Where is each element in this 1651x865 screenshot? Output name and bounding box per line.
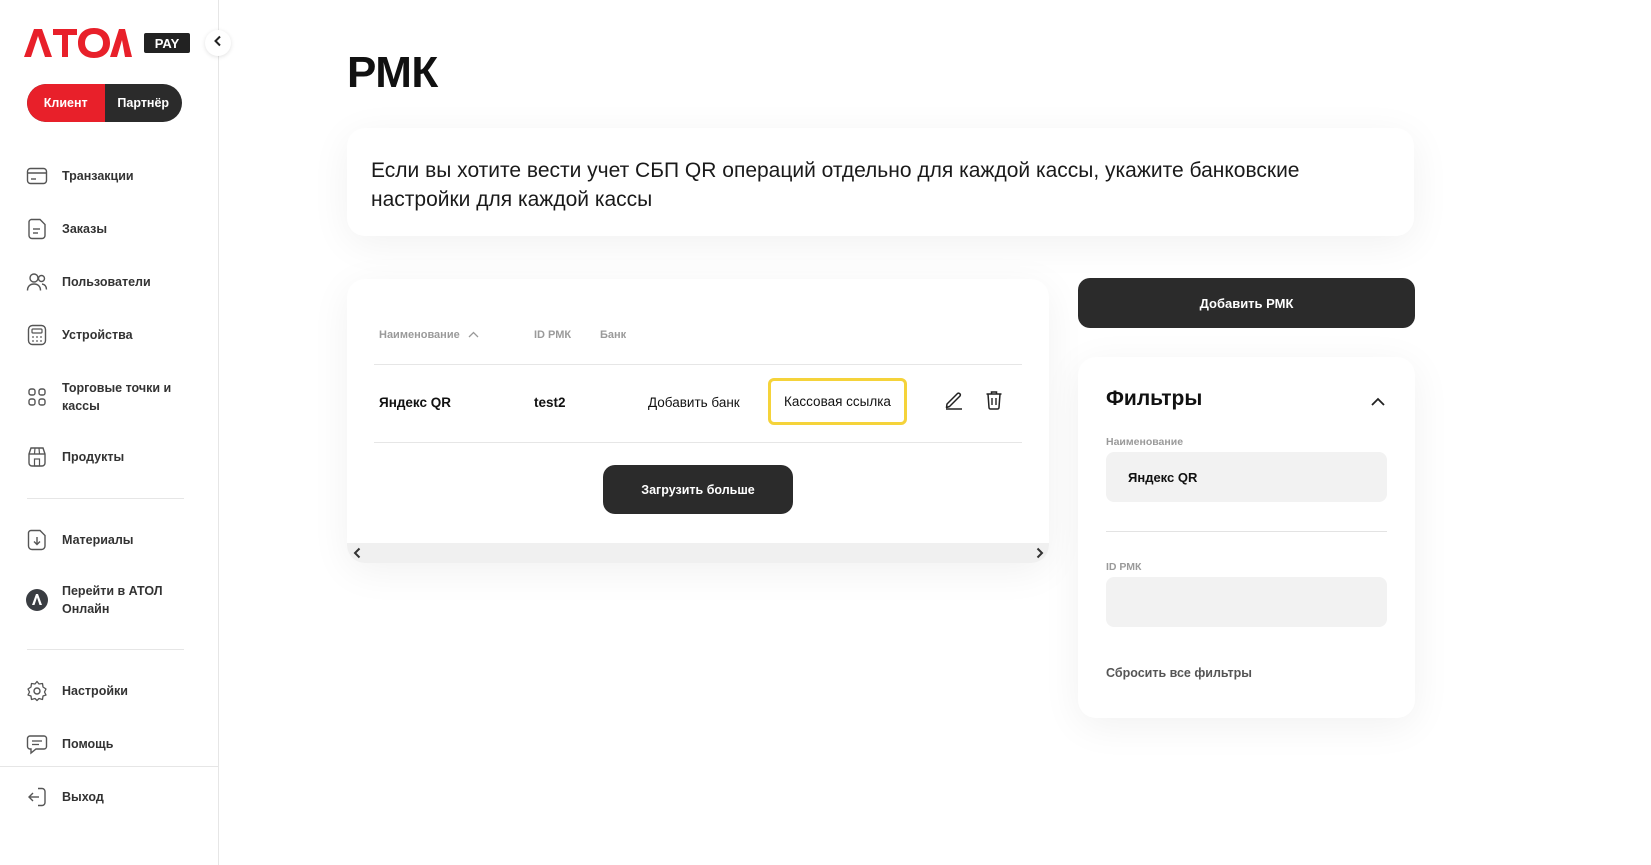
sidebar-item-label: Перейти в АТОЛ Онлайн xyxy=(62,584,163,616)
sidebar-item-label: Выход xyxy=(62,790,104,804)
sort-asc-icon xyxy=(468,329,479,341)
delete-button[interactable] xyxy=(983,390,1005,415)
download-doc-icon xyxy=(24,527,50,553)
info-text: Если вы хотите вести учет СБП QR операци… xyxy=(371,159,1300,211)
sidebar-item-atol-online[interactable]: Перейти в АТОЛ Онлайн xyxy=(24,582,204,618)
filter-name-input[interactable] xyxy=(1106,452,1387,502)
sidebar-item-label: Материалы xyxy=(62,533,134,547)
reset-filters-link[interactable]: Сбросить все фильтры xyxy=(1106,666,1252,680)
add-rmk-button[interactable]: Добавить РМК xyxy=(1078,278,1415,328)
sidebar-item-users[interactable]: Пользователи xyxy=(24,269,204,295)
chevron-up-icon xyxy=(1371,393,1385,411)
card-icon xyxy=(24,163,50,189)
column-header-bank: Банк xyxy=(600,329,627,341)
sidebar-item-label: Устройства xyxy=(62,328,133,342)
page-title: РМК xyxy=(347,48,438,97)
sidebar-item-label: Настройки xyxy=(62,684,128,698)
load-more-button[interactable]: Загрузить больше xyxy=(603,465,793,514)
sidebar: PAY Клиент Партнёр Транзакции Заказы Пол… xyxy=(0,0,219,865)
sidebar-item-orders[interactable]: Заказы xyxy=(24,216,204,242)
sidebar-item-settings[interactable]: Настройки xyxy=(24,678,204,704)
qr-scan-icon xyxy=(24,384,50,410)
table-header-divider xyxy=(374,364,1022,365)
sidebar-divider xyxy=(27,649,184,650)
sidebar-collapse-button[interactable] xyxy=(205,30,231,56)
filters-panel: Фильтры Наименование ID РМК Сбросить все… xyxy=(1078,357,1415,718)
pencil-icon xyxy=(944,390,964,415)
chat-icon xyxy=(24,731,50,757)
table-row-divider xyxy=(374,442,1022,443)
horizontal-scrollbar[interactable] xyxy=(347,543,1049,563)
atol-online-icon xyxy=(24,587,50,613)
calculator-icon xyxy=(24,322,50,348)
info-card: Если вы хотите вести учет СБП QR операци… xyxy=(347,128,1414,236)
scroll-left-icon[interactable] xyxy=(350,546,364,560)
logout-icon xyxy=(24,784,50,810)
sidebar-item-label: Заказы xyxy=(62,222,108,236)
document-icon xyxy=(24,216,50,242)
sidebar-item-label: Продукты xyxy=(62,450,125,464)
cash-link-button[interactable]: Кассовая ссылка xyxy=(768,378,907,425)
pay-badge: PAY xyxy=(144,33,190,53)
sidebar-item-outlets[interactable]: Торговые точки и кассы xyxy=(24,379,204,415)
filters-collapse-button[interactable] xyxy=(1367,391,1389,413)
sidebar-item-transactions[interactable]: Транзакции xyxy=(24,163,204,189)
rmk-table: Наименование ID РМК Банк Яндекс QR test2… xyxy=(347,279,1049,563)
filter-id-label: ID РМК xyxy=(1106,561,1142,573)
gear-icon xyxy=(24,678,50,704)
sidebar-item-products[interactable]: Продукты xyxy=(24,444,204,470)
sidebar-item-label: Торговые точки и кассы xyxy=(62,381,172,413)
trash-icon xyxy=(985,390,1003,415)
role-partner-tab[interactable]: Партнёр xyxy=(105,84,183,122)
column-header-id: ID РМК xyxy=(534,329,572,341)
row-id: test2 xyxy=(534,395,566,410)
filter-name-label: Наименование xyxy=(1106,436,1184,448)
sidebar-item-help[interactable]: Помощь xyxy=(24,731,204,757)
chevron-left-icon xyxy=(213,34,223,52)
filter-divider xyxy=(1106,531,1387,532)
sidebar-item-label: Помощь xyxy=(62,737,114,751)
sidebar-divider xyxy=(0,766,219,767)
atol-logo-mark xyxy=(24,28,132,58)
sidebar-item-devices[interactable]: Устройства xyxy=(24,322,204,348)
sidebar-divider xyxy=(27,498,184,499)
column-header-label: Наименование xyxy=(379,329,460,341)
sidebar-item-label: Транзакции xyxy=(62,169,134,183)
sidebar-item-logout[interactable]: Выход xyxy=(24,784,204,810)
filters-title: Фильтры xyxy=(1106,387,1203,410)
add-bank-link[interactable]: Добавить банк xyxy=(648,395,740,410)
sidebar-item-materials[interactable]: Материалы xyxy=(24,527,204,553)
atol-logo[interactable] xyxy=(24,26,132,58)
store-icon xyxy=(24,444,50,470)
edit-button[interactable] xyxy=(943,391,965,413)
users-icon xyxy=(24,269,50,295)
role-client-tab[interactable]: Клиент xyxy=(27,84,105,122)
sidebar-item-label: Пользователи xyxy=(62,275,151,289)
scroll-right-icon[interactable] xyxy=(1033,546,1047,560)
row-name: Яндекс QR xyxy=(379,395,452,410)
column-header-name[interactable]: Наименование xyxy=(379,329,479,341)
role-switch: Клиент Партнёр xyxy=(27,84,182,122)
filter-id-input[interactable] xyxy=(1106,577,1387,627)
